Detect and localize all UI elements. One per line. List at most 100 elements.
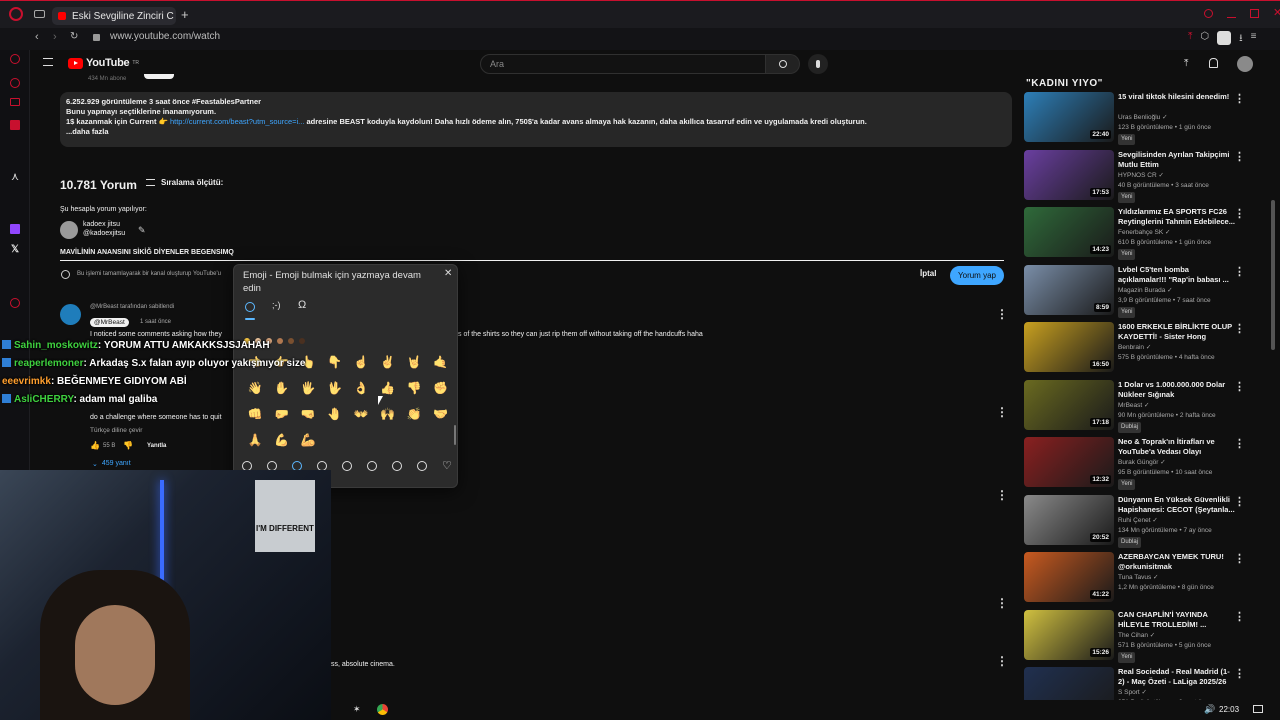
video-thumbnail[interactable]: 16:50 xyxy=(1024,322,1114,372)
emoji-item[interactable]: 💪 xyxy=(269,431,296,449)
notifications-icon[interactable] xyxy=(1209,58,1218,68)
emoji-item[interactable]: 👍 xyxy=(375,379,402,397)
translate-link[interactable]: Türkçe diline çevir xyxy=(90,427,142,434)
video-thumbnail[interactable]: 17:53 xyxy=(1024,149,1114,200)
edit-pencil-icon[interactable]: ✎ xyxy=(138,225,146,236)
video-title[interactable]: Real Sociedad - Real Madrid (1-2) - Maç … xyxy=(1118,667,1236,687)
video-title[interactable]: Dünyanın En Yüksek Güvenlikli Hapishanes… xyxy=(1118,495,1236,515)
recommended-video[interactable]: 41:22 AZERBAYCAN YEMEK TURU! @orkunisitma… xyxy=(1024,552,1250,604)
emoji-item[interactable]: 🦾 xyxy=(295,431,322,449)
video-more-icon[interactable]: ⋮ xyxy=(1234,495,1245,508)
channel-name[interactable]: Burak Güngör ✓ xyxy=(1118,458,1166,467)
video-title[interactable]: CAN CHAPLİN'İ YAYINDA HİLEYLE TROLLEDİM!… xyxy=(1118,610,1236,630)
pinned-author-badge[interactable]: @MrBeast xyxy=(90,318,129,327)
video-more-icon[interactable]: ⋮ xyxy=(1234,322,1245,335)
video-thumbnail[interactable]: 12:32 xyxy=(1024,437,1114,487)
emoji-item[interactable]: 👋 xyxy=(242,379,269,397)
sidebar-arrow-icon[interactable]: ⋏ xyxy=(11,170,19,183)
emoji-item[interactable]: ✋ xyxy=(269,379,296,397)
video-thumbnail[interactable]: 15:26 xyxy=(1024,609,1114,660)
pin-icon[interactable]: ⤒ xyxy=(1188,31,1192,48)
recommended-video[interactable]: 14:23 Yıldızlarımız EA SPORTS FC26 Reytin… xyxy=(1024,207,1250,260)
recommended-video[interactable]: 17:53 Sevgilisinden Ayrılan Takipçimi Mut… xyxy=(1024,149,1250,203)
forward-icon[interactable]: › xyxy=(53,31,57,43)
video-thumbnail[interactable]: 41:22 xyxy=(1024,552,1114,602)
extensions-icon[interactable]: ⬡ xyxy=(1200,31,1209,48)
emoji-item[interactable]: 👎 xyxy=(401,379,428,397)
youtube-logo[interactable]: YouTube TR xyxy=(68,57,139,69)
create-icon[interactable]: ⤒ xyxy=(1184,58,1188,69)
mail-icon[interactable] xyxy=(10,120,20,130)
video-more-icon[interactable]: ⋮ xyxy=(1234,610,1245,623)
emoji-item[interactable]: 🙏 xyxy=(242,431,269,449)
tab-island-icon[interactable] xyxy=(34,10,45,18)
video-more-icon[interactable]: ⋮ xyxy=(1234,265,1245,278)
search-button[interactable] xyxy=(766,54,800,74)
account-avatar[interactable] xyxy=(1237,56,1253,72)
menu-icon[interactable]: ≡ xyxy=(1251,31,1257,48)
video-thumbnail[interactable]: 22:40 xyxy=(1024,92,1114,142)
emoji-item[interactable]: 👇 xyxy=(322,353,349,371)
recommended-video[interactable]: 20:52 Dünyanın En Yüksek Güvenlikli Hapis… xyxy=(1024,494,1250,548)
emoji-item[interactable]: ☝ xyxy=(348,353,375,371)
emoji-item[interactable]: 🤜 xyxy=(295,405,322,423)
recommended-video[interactable]: 12:32 Neo & Toprak'ın İtirafları ve YouTu… xyxy=(1024,437,1250,490)
emoji-item[interactable]: 🤚 xyxy=(322,405,349,423)
replies-toggle[interactable]: ⌄ 459 yanıt xyxy=(92,460,131,468)
voice-search-button[interactable] xyxy=(808,54,828,74)
channel-name[interactable]: HYPNOS CR ✓ xyxy=(1118,171,1164,180)
taskbar-app-icon[interactable]: ✶ xyxy=(353,704,361,715)
search-input[interactable]: Ara xyxy=(480,54,766,74)
speaker-icon[interactable]: 🔊 xyxy=(1204,704,1215,715)
emoji-item[interactable]: 👊 xyxy=(242,405,269,423)
skin-tone-swatch[interactable] xyxy=(277,338,283,344)
cancel-button[interactable]: İptal xyxy=(920,269,936,278)
clock-icon[interactable] xyxy=(10,78,20,88)
dislike-icon[interactable]: 👎 xyxy=(123,441,133,450)
player-icon[interactable] xyxy=(10,298,20,308)
back-icon[interactable]: ‹ xyxy=(35,31,39,43)
video-more-icon[interactable]: ⋮ xyxy=(1234,552,1245,565)
video-title[interactable]: AZERBAYCAN YEMEK TURU! @orkunisitmak xyxy=(1118,552,1236,572)
recommended-video[interactable]: 17:18 1 Dolar vs 1.000.000.000 Dolar Nükl… xyxy=(1024,379,1250,433)
channel-name[interactable]: Ruhi Çenet ✓ xyxy=(1118,516,1158,525)
twitch-icon[interactable] xyxy=(10,224,20,234)
recommended-video[interactable]: 22:40 15 viral tiktok hilesini denedim! Ur… xyxy=(1024,92,1250,145)
comment-more-icon-4[interactable]: ⋮ xyxy=(996,596,1008,610)
emoji-scrollbar[interactable] xyxy=(454,425,456,445)
video-more-icon[interactable]: ⋮ xyxy=(1234,437,1245,450)
channel-name[interactable]: MrBeast ✓ xyxy=(1118,401,1149,410)
notification-center-icon[interactable] xyxy=(1253,705,1263,713)
maximize-button[interactable] xyxy=(1250,9,1259,18)
video-more-icon[interactable]: ⋮ xyxy=(1234,92,1245,105)
page-scrollbar[interactable] xyxy=(1271,200,1275,350)
emoji-item[interactable]: 🙌 xyxy=(375,405,402,423)
emoji-tab-smiley[interactable] xyxy=(245,302,255,312)
video-thumbnail[interactable]: 20:52 xyxy=(1024,494,1114,545)
comment-more-icon-5[interactable]: ⋮ xyxy=(996,654,1008,668)
reply-button[interactable]: Yanıtla xyxy=(147,443,166,449)
recommended-video[interactable]: 15:26 CAN CHAPLİN'İ YAYINDA HİLEYLE TROLL… xyxy=(1024,609,1250,663)
emoji-item[interactable]: 🤝 xyxy=(428,405,455,423)
post-comment-button[interactable]: Yorum yap xyxy=(950,266,1004,285)
video-title[interactable]: Yıldızlarımız EA SPORTS FC26 Reytingleri… xyxy=(1118,207,1236,227)
car-icon[interactable] xyxy=(417,461,427,471)
emoji-item[interactable]: 🤙 xyxy=(428,353,455,371)
subscribe-button[interactable] xyxy=(144,74,174,79)
browser-tab[interactable]: Eski Sevgiline Zinciri C xyxy=(52,7,176,25)
flag-icon[interactable] xyxy=(392,461,402,471)
close-button[interactable]: ✕ xyxy=(1273,8,1280,19)
emoji-tab-symbols[interactable]: Ω xyxy=(298,299,306,311)
emoji-item[interactable]: 🤛 xyxy=(269,405,296,423)
emoji-item[interactable]: 🤘 xyxy=(401,353,428,371)
channel-name[interactable]: Fenerbahçe SK ✓ xyxy=(1118,228,1170,237)
video-description[interactable]: 6.252.929 görüntüleme 3 saat önce #Feast… xyxy=(60,92,1012,147)
emoji-button-icon[interactable] xyxy=(61,270,70,279)
video-title[interactable]: 1600 ERKEKLE BİRLİKTE OLUP KAYDETTİ! - S… xyxy=(1118,322,1236,342)
channel-name[interactable]: Tuna Tavus ✓ xyxy=(1118,573,1159,582)
current-link[interactable]: http://current.com/beast?utm_source=i... xyxy=(170,117,304,126)
comment-more-icon[interactable]: ⋮ xyxy=(996,307,1008,321)
x-icon[interactable]: 𝕏 xyxy=(11,244,19,255)
opera-logo-icon[interactable] xyxy=(9,7,23,21)
video-title[interactable]: Lvbel C5'ten bomba açıklamalar!!! "Rap'i… xyxy=(1118,265,1236,285)
